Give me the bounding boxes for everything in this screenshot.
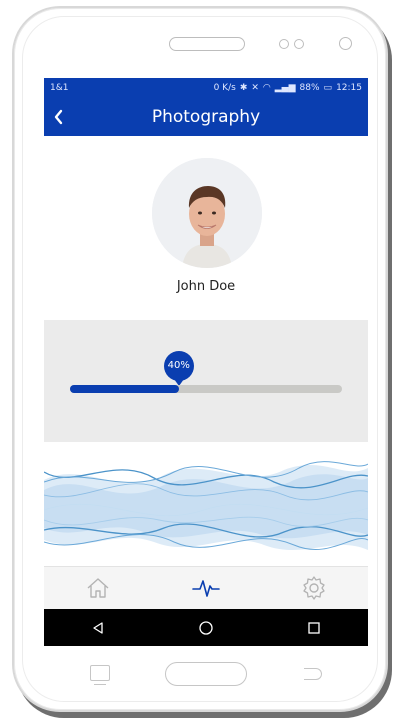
wave-visualization [44,442,368,568]
network-speed: 0 K/s [213,83,236,93]
gear-icon [303,576,325,600]
mute-icon: ✕ [251,83,259,93]
back-button[interactable] [44,98,74,136]
proximity-sensor [279,39,289,49]
status-bar: 1&1 0 K/s ✱ ✕ ◠ ▂▄▆ 88% ▭ 12:15 [44,78,368,98]
waveform-graphic [44,461,368,550]
person-portrait-icon [152,158,262,268]
progress-fill [70,385,179,393]
triangle-back-icon [93,621,103,634]
progress-section: 40% [44,320,368,442]
nav-recents-button[interactable] [294,613,334,643]
light-sensor [294,39,304,49]
bluetooth-icon: ✱ [239,83,248,93]
earpiece-speaker [169,37,245,51]
page-title: Photography [151,107,261,127]
clock: 12:15 [336,83,362,93]
system-navigation-bar [44,609,368,646]
profile-section: John Doe [44,136,368,320]
wifi-icon: ◠ [262,83,271,93]
hardware-back-key[interactable] [304,668,322,680]
home-icon [87,578,109,598]
pulse-icon [192,580,220,597]
square-recents-icon [308,621,320,634]
nav-back-button[interactable] [78,613,118,643]
profile-name: John Doe [176,279,236,294]
bottom-tab-bar [44,566,368,609]
progress-value-bubble: 40% [163,351,194,386]
tab-activity[interactable] [176,568,236,608]
hardware-home-button[interactable] [165,662,247,686]
circle-home-icon [199,620,213,635]
carrier-label: 1&1 [50,83,69,93]
hardware-recents-key[interactable] [90,665,110,685]
battery-percent: 88% [299,83,320,93]
tab-settings[interactable] [284,568,344,608]
signal-icon: ▂▄▆ [274,83,296,93]
app-bar: Photography [44,98,368,136]
progress-track[interactable] [70,385,342,393]
app-screen: 1&1 0 K/s ✱ ✕ ◠ ▂▄▆ 88% ▭ 12:15 Photogra… [44,78,368,646]
front-camera [339,37,352,50]
nav-home-button[interactable] [186,613,226,643]
tab-home[interactable] [68,568,128,608]
avatar[interactable] [152,158,262,268]
battery-icon: ▭ [323,83,333,93]
chevron-left-icon [54,109,63,125]
